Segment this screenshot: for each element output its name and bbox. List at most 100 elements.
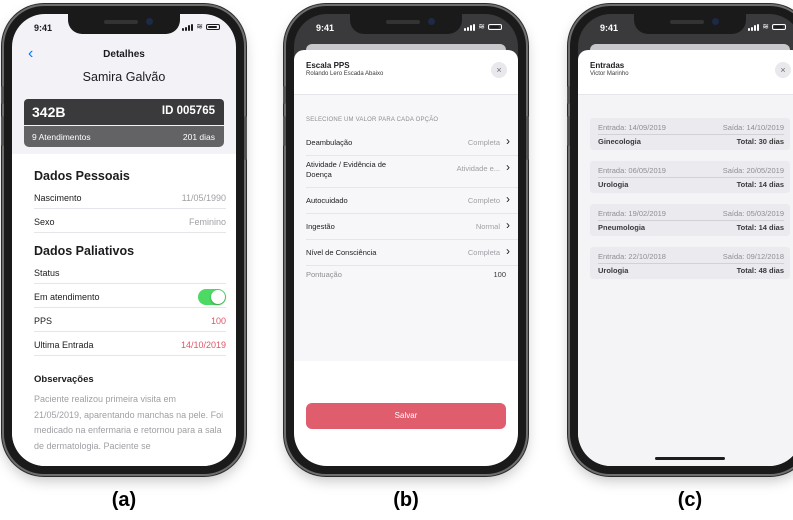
detalhes-screen: 9:41 ≋ ‹ Detalhes Samira Galvão 342B ID … xyxy=(12,14,236,466)
option-label: Deambulação xyxy=(306,138,353,147)
close-icon[interactable]: × xyxy=(775,62,791,78)
option-row-ingestao[interactable]: Ingestão Normal › xyxy=(306,214,518,240)
entry-date: Entrada: 06/05/2019 xyxy=(598,166,666,175)
last-entry-row[interactable]: Ultima Entrada 14/10/2019 xyxy=(34,334,226,356)
close-icon[interactable]: × xyxy=(491,62,507,78)
option-value: Completo xyxy=(467,196,500,205)
entry-card[interactable]: Entrada: 14/09/2019 Saída: 14/10/2019 Gi… xyxy=(590,118,790,150)
row-value: Feminino xyxy=(188,217,226,227)
battery-icon xyxy=(488,24,502,30)
exit-date: Saída: 05/03/2019 xyxy=(722,209,784,218)
wifi-icon: ≋ xyxy=(196,22,203,31)
observations-title: Observações xyxy=(34,374,94,385)
row-value: 11/05/1990 xyxy=(181,193,226,203)
bed-number: 342B xyxy=(32,104,66,120)
in-care-row: Em atendimento xyxy=(34,286,226,308)
option-row-consciencia[interactable]: Nível de Consciência Completa › xyxy=(306,240,518,266)
status-time: 9:41 xyxy=(34,23,53,33)
row-label: Nascimento xyxy=(34,193,82,203)
select-section-header: SELECIONE UM VALOR PARA CADA OPÇÃO xyxy=(306,117,439,123)
entry-date: Entrada: 14/09/2019 xyxy=(598,123,666,132)
entry-date: Entrada: 19/02/2019 xyxy=(598,209,666,218)
signal-icon xyxy=(464,23,476,31)
chevron-right-icon: › xyxy=(506,244,510,258)
row-label: PPS xyxy=(34,316,53,326)
personal-data-title: Dados Pessoais xyxy=(34,169,130,183)
exit-date: Saída: 09/12/2018 xyxy=(722,252,784,261)
row-label: Sexo xyxy=(34,217,55,227)
specialty: Ginecologia xyxy=(598,137,641,146)
sex-row: Sexo Feminino xyxy=(34,211,226,233)
row-label: Em atendimento xyxy=(34,292,100,302)
option-row-deambulacao[interactable]: Deambulação Completa › xyxy=(306,130,518,156)
sheet-title: Escala PPS xyxy=(306,61,350,70)
total-days: Total: 30 dias xyxy=(736,137,784,146)
attendance-summary: 9 Atendimentos 201 dias xyxy=(24,126,224,147)
specialty: Pneumologia xyxy=(598,223,646,232)
row-label: Status xyxy=(34,268,60,278)
specialty: Urologia xyxy=(598,266,629,275)
sheet-subtitle: Victor Marinho xyxy=(590,71,629,77)
pps-sheet: Escala PPS Rolando Lero Escada Abaixo × … xyxy=(294,50,518,466)
exit-date: Saída: 14/10/2019 xyxy=(722,123,784,132)
option-value: Completa xyxy=(467,248,500,257)
option-row-atividade[interactable]: Atividade / Evidência de Doença Atividad… xyxy=(306,156,518,188)
option-value: Completa xyxy=(467,138,500,147)
total-days: Total: 14 dias xyxy=(736,180,784,189)
signal-icon xyxy=(182,23,194,31)
pps-row: PPS 100 xyxy=(34,310,226,332)
chevron-right-icon: › xyxy=(506,134,510,148)
battery-icon xyxy=(206,24,220,30)
chevron-right-icon: › xyxy=(506,192,510,206)
wifi-icon: ≋ xyxy=(478,22,485,31)
caption-b: (b) xyxy=(393,489,419,511)
option-label: Atividade / Evidência de Doença xyxy=(306,160,387,179)
caption-c: (c) xyxy=(677,489,703,511)
row-label: Ultima Entrada xyxy=(34,340,94,350)
pps-scale-screen: 9:41 ≋ Escala PPS Rolando Lero Escada Ab… xyxy=(294,14,518,466)
entry-card[interactable]: Entrada: 22/10/2018 Saída: 09/12/2018 Ur… xyxy=(590,247,790,279)
entry-card[interactable]: Entrada: 19/02/2019 Saída: 05/03/2019 Pn… xyxy=(590,204,790,236)
attendance-count: 9 Atendimentos xyxy=(32,132,91,142)
birth-row: Nascimento 11/05/1990 xyxy=(34,187,226,209)
days-count: 201 dias xyxy=(182,132,215,142)
option-label: Autocuidado xyxy=(306,196,348,205)
entry-card[interactable]: Entrada: 06/05/2019 Saída: 20/05/2019 Ur… xyxy=(590,161,790,193)
chevron-right-icon: › xyxy=(506,160,510,174)
wifi-icon: ≋ xyxy=(762,22,769,31)
sheet-subtitle: Rolando Lero Escada Abaixo xyxy=(306,71,384,77)
nav-title: Detalhes xyxy=(103,49,145,60)
option-label: Nível de Consciência xyxy=(306,248,377,257)
details-content: Dados Pessoais Nascimento 11/05/1990 Sex… xyxy=(12,154,236,466)
patient-id-bar: 342B ID 005765 xyxy=(24,99,224,125)
last-entry-value: 14/10/2019 xyxy=(180,340,226,350)
phone-c-frame: 9:41 ≋ Entradas Victor Marinho × Entrada… xyxy=(567,6,793,474)
observations-text: Paciente realizou primeira visita em 21/… xyxy=(34,394,224,451)
phone-a-frame: 9:41 ≋ ‹ Detalhes Samira Galvão 342B ID … xyxy=(1,6,247,474)
entries-list: Entrada: 14/09/2019 Saída: 14/10/2019 Gi… xyxy=(578,95,793,466)
patient-name: Samira Galvão xyxy=(82,70,166,84)
score-label: Pontuação xyxy=(306,270,342,279)
status-time: 9:41 xyxy=(316,23,335,33)
status-time: 9:41 xyxy=(600,23,619,33)
entries-sheet: Entradas Victor Marinho × Entrada: 14/09… xyxy=(578,50,793,466)
battery-icon xyxy=(772,24,786,30)
patient-id: ID 005765 xyxy=(161,105,215,117)
option-row-autocuidado[interactable]: Autocuidado Completo › xyxy=(306,188,518,214)
chevron-right-icon: › xyxy=(506,218,510,232)
specialty: Urologia xyxy=(598,180,629,189)
entry-date: Entrada: 22/10/2018 xyxy=(598,252,666,261)
option-value: Atividade e... xyxy=(456,164,500,173)
pps-value: 100 xyxy=(210,316,226,326)
total-days: Total: 48 dias xyxy=(736,266,784,275)
phone-b-frame: 9:41 ≋ Escala PPS Rolando Lero Escada Ab… xyxy=(283,6,529,474)
sheet-title: Entradas xyxy=(590,61,625,70)
save-button[interactable]: Salvar xyxy=(306,403,506,429)
signal-icon xyxy=(748,23,760,31)
in-care-toggle[interactable] xyxy=(198,289,226,305)
option-value: Normal xyxy=(475,222,500,231)
exit-date: Saída: 20/05/2019 xyxy=(722,166,784,175)
entries-screen: 9:41 ≋ Entradas Victor Marinho × Entrada… xyxy=(578,14,793,466)
total-days: Total: 14 dias xyxy=(736,223,784,232)
score-row: Pontuação 100 xyxy=(306,270,506,279)
